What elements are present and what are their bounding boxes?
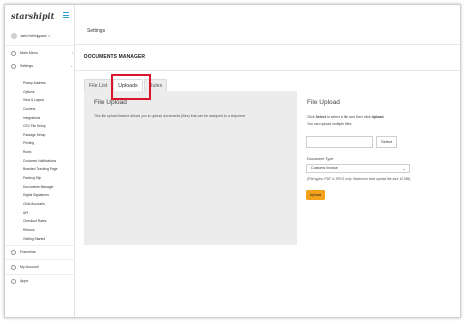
document-type-value: Customs Invoice xyxy=(311,166,338,170)
chevron-right-icon: › xyxy=(71,51,73,55)
sidebar-item-pickup-address[interactable]: Pickup Address xyxy=(23,79,73,88)
sidebar-item-branded-tracking-page[interactable]: Branded Tracking Page xyxy=(23,165,73,174)
avatar xyxy=(11,33,17,39)
tab-rules[interactable]: Rules xyxy=(143,79,168,91)
instructions-text: Click Select to select a file and then c… xyxy=(307,115,385,119)
sidebar-item-getting-started[interactable]: Getting Started xyxy=(23,235,73,244)
upload-info-panel: File Upload This file upload feature all… xyxy=(84,91,297,245)
app-window: starshipit Jaelo Keithnjguard ▾ Main Men… xyxy=(4,4,461,318)
sidebar-item-integrations[interactable]: Integrations xyxy=(23,114,73,123)
panel-title: File Upload xyxy=(94,99,127,106)
divider xyxy=(5,245,75,246)
sidebar-item-options[interactable]: Options xyxy=(23,88,73,97)
sidebar-item-settings[interactable]: Settings ⌄ xyxy=(11,62,73,70)
franchise-icon xyxy=(11,249,16,255)
sidebar-item-api[interactable]: API xyxy=(23,209,73,218)
user-icon xyxy=(11,264,16,270)
tab-uploads[interactable]: Uploads xyxy=(113,79,143,91)
hamburger-icon[interactable] xyxy=(63,12,69,18)
sidebar-item-package-setup[interactable]: Package Setup xyxy=(23,131,73,140)
sidebar-item-csv-file-setup[interactable]: CSV File Setup xyxy=(23,122,73,131)
select-file-button[interactable]: Select xyxy=(376,136,397,148)
sidebar-item-view-layout[interactable]: View & Layout xyxy=(23,96,73,105)
sidebar-item-label: My Account xyxy=(20,265,39,269)
user-menu[interactable]: Jaelo Keithnjguard ▾ xyxy=(11,32,73,40)
sidebar: starshipit Jaelo Keithnjguard ▾ Main Men… xyxy=(5,5,75,317)
divider xyxy=(5,259,75,260)
sidebar-item-main-menu[interactable]: Main Menu › xyxy=(11,49,73,57)
tab-bar: File List Uploads Rules xyxy=(84,79,168,91)
divider xyxy=(75,70,460,71)
menu-icon xyxy=(11,50,16,56)
upload-button[interactable]: Upload xyxy=(306,190,325,200)
chevron-down-icon: ⌄ xyxy=(70,64,73,68)
sidebar-item-customer-notifications[interactable]: Customer Notifications xyxy=(23,157,73,166)
apps-icon xyxy=(11,278,16,284)
sidebar-item-checkout-rates[interactable]: Checkout Rates xyxy=(23,217,73,226)
file-name-field[interactable] xyxy=(306,136,373,148)
document-type-select[interactable]: Customs Invoice ⌄ xyxy=(306,164,410,173)
topbar: Settings xyxy=(75,5,460,45)
document-type-label: Document Type xyxy=(307,157,334,161)
sidebar-item-label: Apps xyxy=(20,279,29,283)
chevron-down-icon: ▾ xyxy=(48,34,50,38)
sidebar-item-returns[interactable]: Returns xyxy=(23,226,73,235)
sidebar-item-label: Settings xyxy=(20,64,33,68)
settings-submenu: Pickup Address Options View & Layout Cou… xyxy=(23,79,73,243)
sidebar-item-rules[interactable]: Rules xyxy=(23,148,73,157)
main-content: DOCUMENTS MANAGER File List Uploads Rule… xyxy=(75,46,460,317)
panel-title: File Upload xyxy=(307,99,340,106)
logo-row: starshipit xyxy=(11,11,71,23)
sidebar-item-label: Main Menu xyxy=(20,51,38,55)
sidebar-item-printing[interactable]: Printing xyxy=(23,139,73,148)
sidebar-item-couriers[interactable]: Couriers xyxy=(23,105,73,114)
sidebar-item-franchise[interactable]: Franchise xyxy=(11,248,73,256)
sidebar-item-my-account[interactable]: My Account xyxy=(11,263,73,271)
upload-form-panel: File Upload Click Select to select a fil… xyxy=(297,91,460,245)
sidebar-item-packing-slip[interactable]: Packing Slip xyxy=(23,174,73,183)
sidebar-item-label: Franchise xyxy=(20,250,36,254)
instructions-text-2: You can upload multiple files. xyxy=(307,122,353,126)
section-title: DOCUMENTS MANAGER xyxy=(84,54,146,60)
logo: starshipit xyxy=(11,11,55,21)
chevron-down-icon: ⌄ xyxy=(402,166,406,171)
panel-description: This file upload feature allows you to u… xyxy=(94,114,245,118)
file-types-note: (File types: PDF & JPEG only. Maximum to… xyxy=(307,177,411,181)
sidebar-item-documents-manager[interactable]: Documents Manager xyxy=(23,183,73,192)
sidebar-item-child-accounts[interactable]: Child Accounts xyxy=(23,200,73,209)
sidebar-item-apps[interactable]: Apps xyxy=(11,277,73,285)
page-title: Settings xyxy=(87,28,106,34)
user-name: Jaelo Keithnjguard xyxy=(20,34,47,38)
divider xyxy=(5,45,75,46)
sidebar-item-digital-signatures[interactable]: Digital Signatures xyxy=(23,191,73,200)
tab-file-list[interactable]: File List xyxy=(84,79,113,91)
gear-icon xyxy=(11,63,16,69)
divider xyxy=(5,274,75,275)
